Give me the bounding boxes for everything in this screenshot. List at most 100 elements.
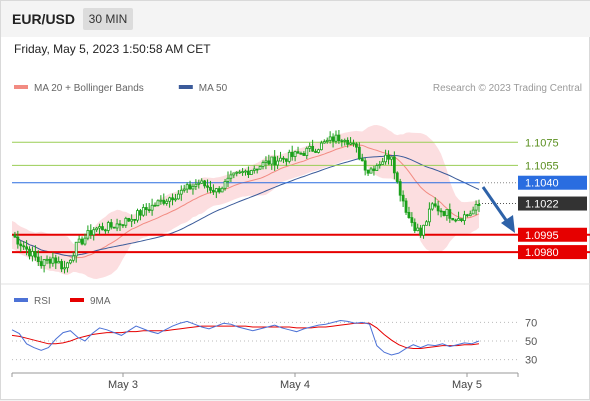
candle-body: [235, 171, 239, 174]
candle-body: [255, 168, 259, 171]
candle-body: [209, 186, 212, 191]
candle-body: [130, 218, 134, 222]
rsi-ma-line: [11, 322, 480, 349]
candle-body: [45, 258, 49, 261]
legend-swatch-0: [14, 85, 28, 89]
candle-body: [302, 152, 306, 156]
candle-body: [375, 165, 379, 171]
candle-body: [290, 151, 294, 157]
candle-body: [387, 154, 390, 160]
candle-body: [165, 200, 169, 204]
candle-body: [226, 177, 230, 182]
price-chart: MA 20 + Bollinger Bands MA 50 Research © …: [1, 83, 590, 391]
rsi-tick-30: 30: [525, 355, 537, 367]
forecast-arrow: [481, 186, 515, 233]
level-label-1.0980: 1.0980: [525, 247, 559, 259]
candle-body: [363, 160, 367, 171]
candle-body: [349, 142, 352, 145]
candle-body: [98, 226, 101, 229]
candle-body: [319, 142, 323, 151]
candle-body: [83, 237, 87, 245]
candle-body: [305, 147, 309, 156]
x-tick-label-2: May 5: [452, 379, 482, 391]
candle-body: [381, 161, 385, 165]
candle-body: [13, 234, 17, 238]
rsi-tick-70: 70: [525, 317, 537, 329]
candle-body: [372, 168, 376, 171]
candle-body: [106, 222, 110, 231]
candle-body: [416, 227, 420, 232]
candle-body: [174, 198, 177, 201]
candle-body: [141, 207, 145, 216]
candle-body: [392, 156, 396, 174]
candle-body: [474, 204, 478, 211]
candle-body: [287, 151, 291, 162]
candle-body: [223, 181, 227, 189]
candle-body: [139, 210, 142, 216]
candle-body: [468, 213, 472, 217]
candle-body: [311, 145, 315, 152]
candle-body: [101, 226, 104, 231]
level-label-1.0995: 1.0995: [525, 230, 559, 242]
candle-body: [115, 223, 119, 229]
candle-body: [89, 230, 93, 236]
candle-body: [104, 229, 107, 232]
candle-body: [477, 204, 481, 206]
candle-body: [16, 236, 20, 245]
candle-body: [442, 211, 446, 216]
candle-body: [398, 181, 402, 196]
candle-body: [419, 227, 423, 236]
candle-body: [28, 248, 31, 257]
candle-body: [410, 217, 414, 223]
level-label-1.1022: 1.1022: [525, 199, 559, 211]
candle-body: [22, 245, 26, 248]
candle-body: [276, 160, 280, 166]
candle-body: [264, 160, 268, 163]
candle-body: [433, 203, 437, 207]
candle-body: [229, 174, 233, 179]
candle-body: [71, 255, 75, 261]
candle-body: [162, 199, 166, 204]
candle-body: [109, 222, 113, 228]
candle-body: [220, 187, 224, 193]
candle-body: [112, 226, 116, 229]
candle-body: [39, 261, 43, 267]
rsi-legend-label-1: 9MA: [90, 296, 111, 307]
candle-body: [430, 203, 434, 210]
candle-body: [153, 204, 157, 207]
x-tick-label-1: May 4: [280, 379, 310, 391]
candle-body: [413, 222, 417, 232]
candle-body: [232, 172, 236, 176]
rsi-legend-label-0: RSI: [34, 296, 51, 307]
candle-body: [25, 246, 28, 250]
candle-body: [144, 207, 148, 210]
candle-body: [36, 256, 40, 262]
x-axis: May 3 May 4 May 5: [11, 372, 519, 391]
level-label-1.1040: 1.1040: [525, 178, 559, 190]
candle-body: [80, 238, 84, 245]
candle-body: [337, 134, 341, 142]
candle-body: [179, 189, 183, 195]
legend-label-0: MA 20 + Bollinger Bands: [34, 83, 144, 94]
candle-body: [171, 197, 174, 201]
candle-body: [156, 200, 160, 206]
candle-body: [422, 224, 425, 236]
candle-body: [188, 184, 192, 190]
candle-body: [33, 251, 37, 258]
bollinger-bands: [12, 124, 479, 279]
candle-body: [390, 156, 393, 160]
candle-body: [357, 146, 361, 160]
candle-body: [238, 171, 242, 174]
price-legend: MA 20 + Bollinger Bands MA 50: [14, 83, 228, 94]
candle-body: [214, 188, 218, 193]
candle-body: [346, 139, 350, 145]
rsi-legend-swatch-0: [14, 298, 28, 302]
candle-body: [454, 219, 458, 222]
candle-body: [86, 230, 90, 239]
candle-body: [203, 180, 207, 187]
candle-body: [343, 139, 347, 142]
candle-body: [197, 182, 201, 185]
candle-body: [270, 156, 274, 165]
candle-body: [54, 257, 58, 264]
candle-body: [147, 209, 151, 211]
